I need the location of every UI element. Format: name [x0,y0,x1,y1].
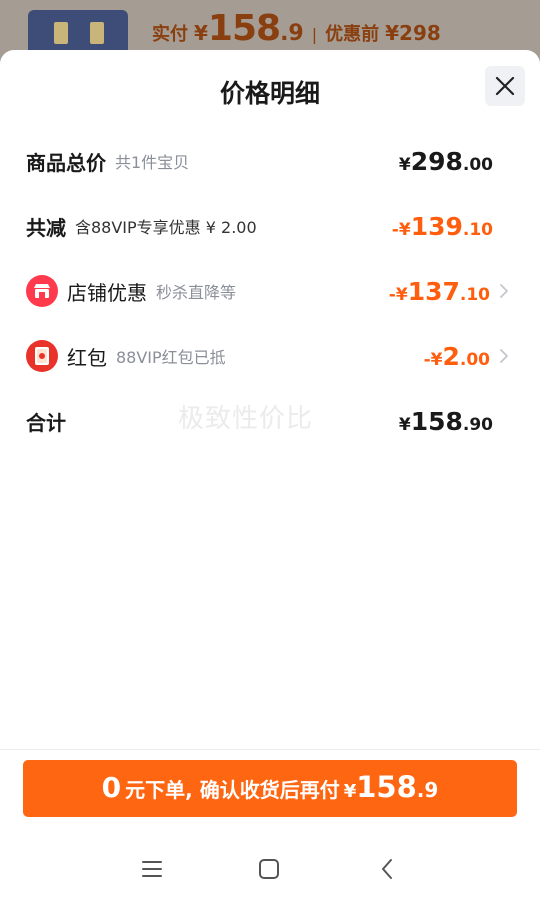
paid-int: 158 [207,8,281,49]
price-separator: | [311,25,318,44]
sum-currency: ¥ [398,415,411,435]
row-total-discount: 共减 含88VIP专享优惠 ¥ 2.00 -¥ 139 .10 [26,206,510,246]
red-envelope-label: 红包 [67,345,107,370]
row-goods-total: 商品总价 共1件宝贝 ¥ 298 .00 [26,141,510,181]
discount-label: 共减 [26,215,66,240]
cta-int: 158 [356,770,417,804]
row-red-envelope[interactable]: 红包 88VIP红包已抵 -¥ 2 .00 [26,336,510,376]
cta-dec: .9 [416,778,439,802]
sum-int: 158 [410,407,463,436]
red-envelope-note: 88VIP红包已抵 [116,348,226,367]
goods-total-count: 共1件宝贝 [115,153,190,172]
shop-discount-int: 137 [407,277,460,306]
home-button[interactable] [254,854,284,884]
back-button[interactable] [372,854,402,884]
sum-label: 合计 [26,410,66,435]
shop-icon [26,275,58,307]
paid-label: 实付 [152,24,188,45]
goods-total-dec: .00 [462,155,493,175]
row-shop-discount[interactable]: 店铺优惠 秒杀直降等 -¥ 137 .10 [26,271,510,311]
orig-price: ¥298 [385,21,441,45]
shop-discount-currency: -¥ [388,285,408,305]
shop-discount-amount: -¥ 137 .10 [389,271,490,311]
shop-discount-dec: .10 [459,285,490,305]
discount-amount: -¥ 139 .10 [392,206,493,246]
sum-dec: .90 [462,415,493,435]
goods-total-currency: ¥ [398,155,411,175]
back-arrow-icon [382,859,392,879]
cta-zero: 0 [101,771,122,804]
close-button[interactable] [485,66,525,106]
chevron-right-icon [500,284,508,298]
discount-int: 139 [410,212,463,241]
goods-total-amount: ¥ 298 .00 [399,141,493,181]
chevron-right-icon [500,349,508,363]
discount-dec: .10 [462,220,493,240]
goods-total-label: 商品总价 [26,150,106,175]
background-price: 实付 ¥ 158 .9 | 优惠前 ¥298 [152,8,441,49]
menu-icon [142,861,162,877]
close-icon [495,76,515,96]
orig-label: 优惠前 [325,24,380,45]
shop-discount-label: 店铺优惠 [67,280,147,305]
goods-total-int: 298 [410,147,463,176]
sum-amount: ¥ 158 .90 [399,401,493,441]
price-detail-sheet: 价格明细 商品总价 共1件宝贝 ¥ 298 .00 共减 含88VIP专享优惠 … [0,50,540,903]
menu-button[interactable] [137,854,167,884]
red-envelope-amount: -¥ 2 .00 [424,336,490,376]
cta-currency: ¥ [343,781,357,802]
system-nav-bar [0,840,540,900]
home-square-icon [259,859,279,879]
discount-note: 含88VIP专享优惠 ¥ 2.00 [75,218,257,237]
discount-currency: -¥ [391,220,411,240]
paid-currency: ¥ [194,21,208,45]
cta-text: 元下单, 确认收货后再付 [125,778,340,802]
divider [0,749,540,750]
paid-dec: .9 [280,21,304,46]
watermark-text: 极致性价比 [178,404,314,434]
red-envelope-int: 2 [442,342,460,371]
red-envelope-currency: -¥ [423,350,443,370]
place-order-button[interactable]: 0 元下单, 确认收货后再付 ¥ 158 .9 [23,760,517,817]
red-envelope-dec: .00 [459,350,490,370]
shop-discount-note: 秒杀直降等 [156,283,237,302]
red-envelope-icon [26,340,58,372]
sheet-title: 价格明细 [219,79,320,108]
